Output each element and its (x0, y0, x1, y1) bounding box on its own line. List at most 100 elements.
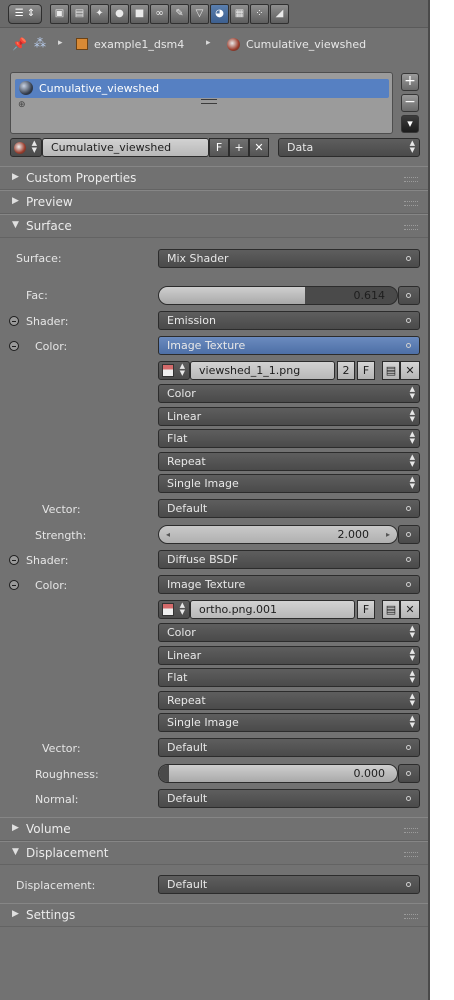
decrement-arrow-icon[interactable]: ◂ (166, 526, 170, 543)
panel-displacement[interactable]: ▼ Displacement (0, 841, 428, 865)
fac-slider[interactable]: 0.614 (158, 286, 398, 305)
editor-type-button[interactable]: ☰ ⇕ (8, 4, 42, 24)
surface-shader-select[interactable]: Mix Shader (158, 249, 420, 268)
tab-physics[interactable]: ◢ (270, 4, 289, 24)
unlink-image-icon[interactable]: ✕ (400, 600, 420, 619)
breadcrumb-material[interactable]: Cumulative_viewshed (246, 38, 366, 51)
material-icon (14, 142, 26, 154)
material-slot-list[interactable]: Cumulative_viewshed ⊕ (10, 72, 393, 134)
open-image-icon[interactable]: ▤ (382, 600, 400, 619)
tab-texture[interactable]: ▦ (230, 4, 249, 24)
increment-arrow-icon[interactable]: ▸ (386, 526, 390, 543)
strength-field[interactable]: ◂ 2.000 ▸ (158, 525, 398, 544)
object-icon: ■ (134, 8, 145, 19)
image2-option-select[interactable]: Color ▲ ▼ (158, 623, 420, 642)
image2-option-select[interactable]: Flat ▲ ▼ (158, 668, 420, 687)
image2-option-value: Flat (167, 671, 188, 684)
roughness-slider[interactable]: 0.000 (158, 764, 398, 783)
updown-arrows-icon: ▲ ▼ (409, 475, 415, 490)
tab-material[interactable]: ◕ (210, 4, 229, 24)
tab-render-layers[interactable]: ▤ (70, 4, 89, 24)
drag-grip-icon[interactable] (404, 914, 418, 919)
panel-title: Surface (26, 219, 72, 233)
fac-socket-button[interactable] (398, 286, 420, 305)
normal-select[interactable]: Default (158, 789, 420, 808)
image1-option-select[interactable]: Flat ▲ ▼ (158, 429, 420, 448)
panel-preview[interactable]: ▶ Preview (0, 190, 428, 214)
slot-specials-button[interactable]: ▾ (401, 115, 419, 133)
new-material-button[interactable]: + (229, 138, 249, 157)
modifiers-icon: ✎ (175, 8, 184, 19)
tab-object[interactable]: ■ (130, 4, 149, 24)
tab-object-data[interactable]: ▽ (190, 4, 209, 24)
tab-scene[interactable]: ✦ (90, 4, 109, 24)
slot-filter-icon[interactable]: ⊕ (18, 100, 26, 110)
panel-volume[interactable]: ▶ Volume (0, 817, 428, 841)
panel-settings[interactable]: ▶ Settings (0, 903, 428, 927)
image2-option-select[interactable]: Repeat ▲ ▼ (158, 690, 420, 710)
image1-option-select[interactable]: Color ▲ ▼ (158, 384, 420, 403)
pin-icon[interactable]: 📌 (12, 37, 27, 51)
resize-grip-icon[interactable] (201, 99, 217, 104)
image1-option-value: Flat (167, 432, 188, 445)
image1-option-select[interactable]: Repeat ▲ ▼ (158, 451, 420, 471)
image1-fake-user-button[interactable]: F (357, 361, 375, 380)
breadcrumb-object[interactable]: example1_dsm4 (94, 38, 184, 51)
image1-users-count[interactable]: 2 (337, 361, 355, 380)
collapse-node-icon[interactable] (9, 316, 19, 326)
image2-fake-user-button[interactable]: F (357, 600, 375, 619)
image1-option-select[interactable]: Single Image ▲ ▼ (158, 474, 420, 493)
image1-option-select[interactable]: Linear ▲ ▼ (158, 406, 420, 426)
list-item[interactable]: Cumulative_viewshed (15, 79, 389, 98)
displacement-select[interactable]: Default (158, 875, 420, 894)
updown-arrows-icon: ▲ ▼ (409, 646, 415, 662)
image2-name-field[interactable]: ortho.png.001 (190, 600, 355, 619)
image2-option-value: Linear (167, 648, 202, 662)
image1-browse-button[interactable]: ▲ ▼ (158, 361, 190, 380)
panel-surface[interactable]: ▼ Surface (0, 214, 428, 238)
material-browse-button[interactable]: ▲ ▼ (10, 138, 42, 157)
material-name-field[interactable]: Cumulative_viewshed (42, 138, 209, 157)
color2-select[interactable]: Image Texture (158, 575, 420, 594)
drag-grip-icon[interactable] (404, 828, 418, 833)
drag-grip-icon[interactable] (404, 852, 418, 857)
roughness-slider-fill (159, 765, 169, 782)
slot-name: Cumulative_viewshed (39, 82, 160, 95)
panel-custom-properties[interactable]: ▶ Custom Properties (0, 166, 428, 190)
drag-grip-icon[interactable] (404, 177, 418, 182)
shader2-select[interactable]: Diffuse BSDF (158, 550, 420, 569)
vector2-select[interactable]: Default (158, 738, 420, 757)
tab-particles[interactable]: ⁘ (250, 4, 269, 24)
image2-option-select[interactable]: Single Image ▲ ▼ (158, 713, 420, 732)
image2-browse-button[interactable]: ▲ ▼ (158, 600, 190, 619)
add-slot-button[interactable]: + (401, 73, 419, 91)
remove-slot-button[interactable]: − (401, 94, 419, 112)
collapse-node-icon[interactable] (9, 555, 19, 565)
image2-option-select[interactable]: Linear ▲ ▼ (158, 645, 420, 665)
roughness-socket-button[interactable] (398, 764, 420, 783)
particles-icon: ⁘ (255, 8, 264, 19)
image1-name-field[interactable]: viewshed_1_1.png (190, 361, 335, 380)
drag-grip-icon[interactable] (404, 225, 418, 230)
collapse-node-icon[interactable] (9, 341, 19, 351)
open-image-icon[interactable]: ▤ (382, 361, 400, 380)
color1-select[interactable]: Image Texture (158, 336, 420, 355)
displacement-value: Default (167, 878, 208, 891)
tab-constraints[interactable]: ∞ (150, 4, 169, 24)
strength-socket-button[interactable] (398, 525, 420, 544)
shader1-select[interactable]: Emission (158, 311, 420, 330)
node-socket-icon (406, 532, 411, 537)
constraints-icon: ∞ (155, 8, 164, 19)
fake-user-button[interactable]: F (209, 138, 229, 157)
unlink-material-button[interactable]: ✕ (249, 138, 269, 157)
collapse-node-icon[interactable] (9, 580, 19, 590)
updown-arrows-icon: ▲ ▼ (409, 385, 415, 400)
tab-render[interactable]: ▣ (50, 4, 69, 24)
panel-title: Preview (26, 195, 73, 209)
tab-modifiers[interactable]: ✎ (170, 4, 189, 24)
drag-grip-icon[interactable] (404, 201, 418, 206)
vector1-select[interactable]: Default (158, 499, 420, 518)
link-mode-select[interactable]: Data ▲ ▼ (278, 138, 420, 157)
unlink-image-icon[interactable]: ✕ (400, 361, 420, 380)
tab-world[interactable]: ● (110, 4, 129, 24)
